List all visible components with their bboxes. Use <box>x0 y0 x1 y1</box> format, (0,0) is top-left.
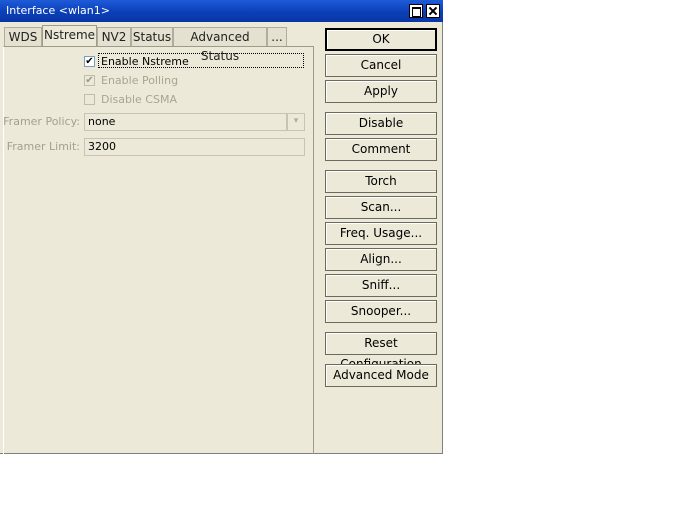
apply-button[interactable]: Apply <box>325 80 437 103</box>
framer-policy-label-wrap: Framer Policy: <box>0 115 80 131</box>
align-button[interactable]: Align... <box>325 248 437 271</box>
freq-usage-button[interactable]: Freq. Usage... <box>325 222 437 245</box>
disable-button[interactable]: Disable <box>325 112 437 135</box>
nstreme-panel <box>3 46 314 454</box>
enable-nstreme-checkbox[interactable]: ✔ <box>84 56 95 67</box>
comment-button[interactable]: Comment <box>325 138 437 161</box>
tab-status[interactable]: Status <box>131 27 173 47</box>
close-button[interactable] <box>426 4 440 18</box>
window-title: Interface <wlan1> <box>6 4 110 17</box>
restore-icon <box>412 7 421 17</box>
framer-limit-input[interactable]: 3200 <box>84 138 305 156</box>
reset-configuration-button[interactable]: Reset Configuration <box>325 332 437 371</box>
enable-polling-label: Enable Polling <box>101 74 179 87</box>
tab-wds[interactable]: WDS <box>4 27 42 47</box>
chevron-down-icon: ▾ <box>293 116 299 126</box>
framer-limit-label: Framer Limit: <box>6 140 80 153</box>
tab-advanced-status[interactable]: Advanced Status <box>173 27 267 63</box>
enable-polling-checkbox: ✔ <box>84 75 95 86</box>
cancel-button[interactable]: Cancel <box>325 54 437 77</box>
torch-button[interactable]: Torch <box>325 170 437 193</box>
enable-nstreme-label: Enable Nstreme <box>101 55 189 68</box>
framer-policy-select[interactable]: none <box>84 113 287 131</box>
ok-button[interactable]: OK <box>325 28 437 51</box>
scan-button[interactable]: Scan... <box>325 196 437 219</box>
tab-nstreme[interactable]: Nstreme <box>42 25 97 47</box>
disable-csma-label: Disable CSMA <box>101 93 177 106</box>
framer-policy-label: Framer Policy: <box>3 115 80 128</box>
interface-window: Interface <wlan1> WDS Nstreme NV2 Status… <box>0 0 443 454</box>
framer-policy-dropdown-button[interactable]: ▾ <box>287 113 305 131</box>
disable-csma-checkbox <box>84 94 95 105</box>
snooper-button[interactable]: Snooper... <box>325 300 437 323</box>
tab-nv2[interactable]: NV2 <box>97 27 131 47</box>
sniff-button[interactable]: Sniff... <box>325 274 437 297</box>
title-bar[interactable]: Interface <wlan1> <box>0 0 443 22</box>
advanced-mode-button[interactable]: Advanced Mode <box>325 364 437 387</box>
restore-button[interactable] <box>409 4 423 18</box>
framer-limit-label-wrap: Framer Limit: <box>0 140 80 156</box>
tab-more[interactable]: ... <box>267 27 287 47</box>
